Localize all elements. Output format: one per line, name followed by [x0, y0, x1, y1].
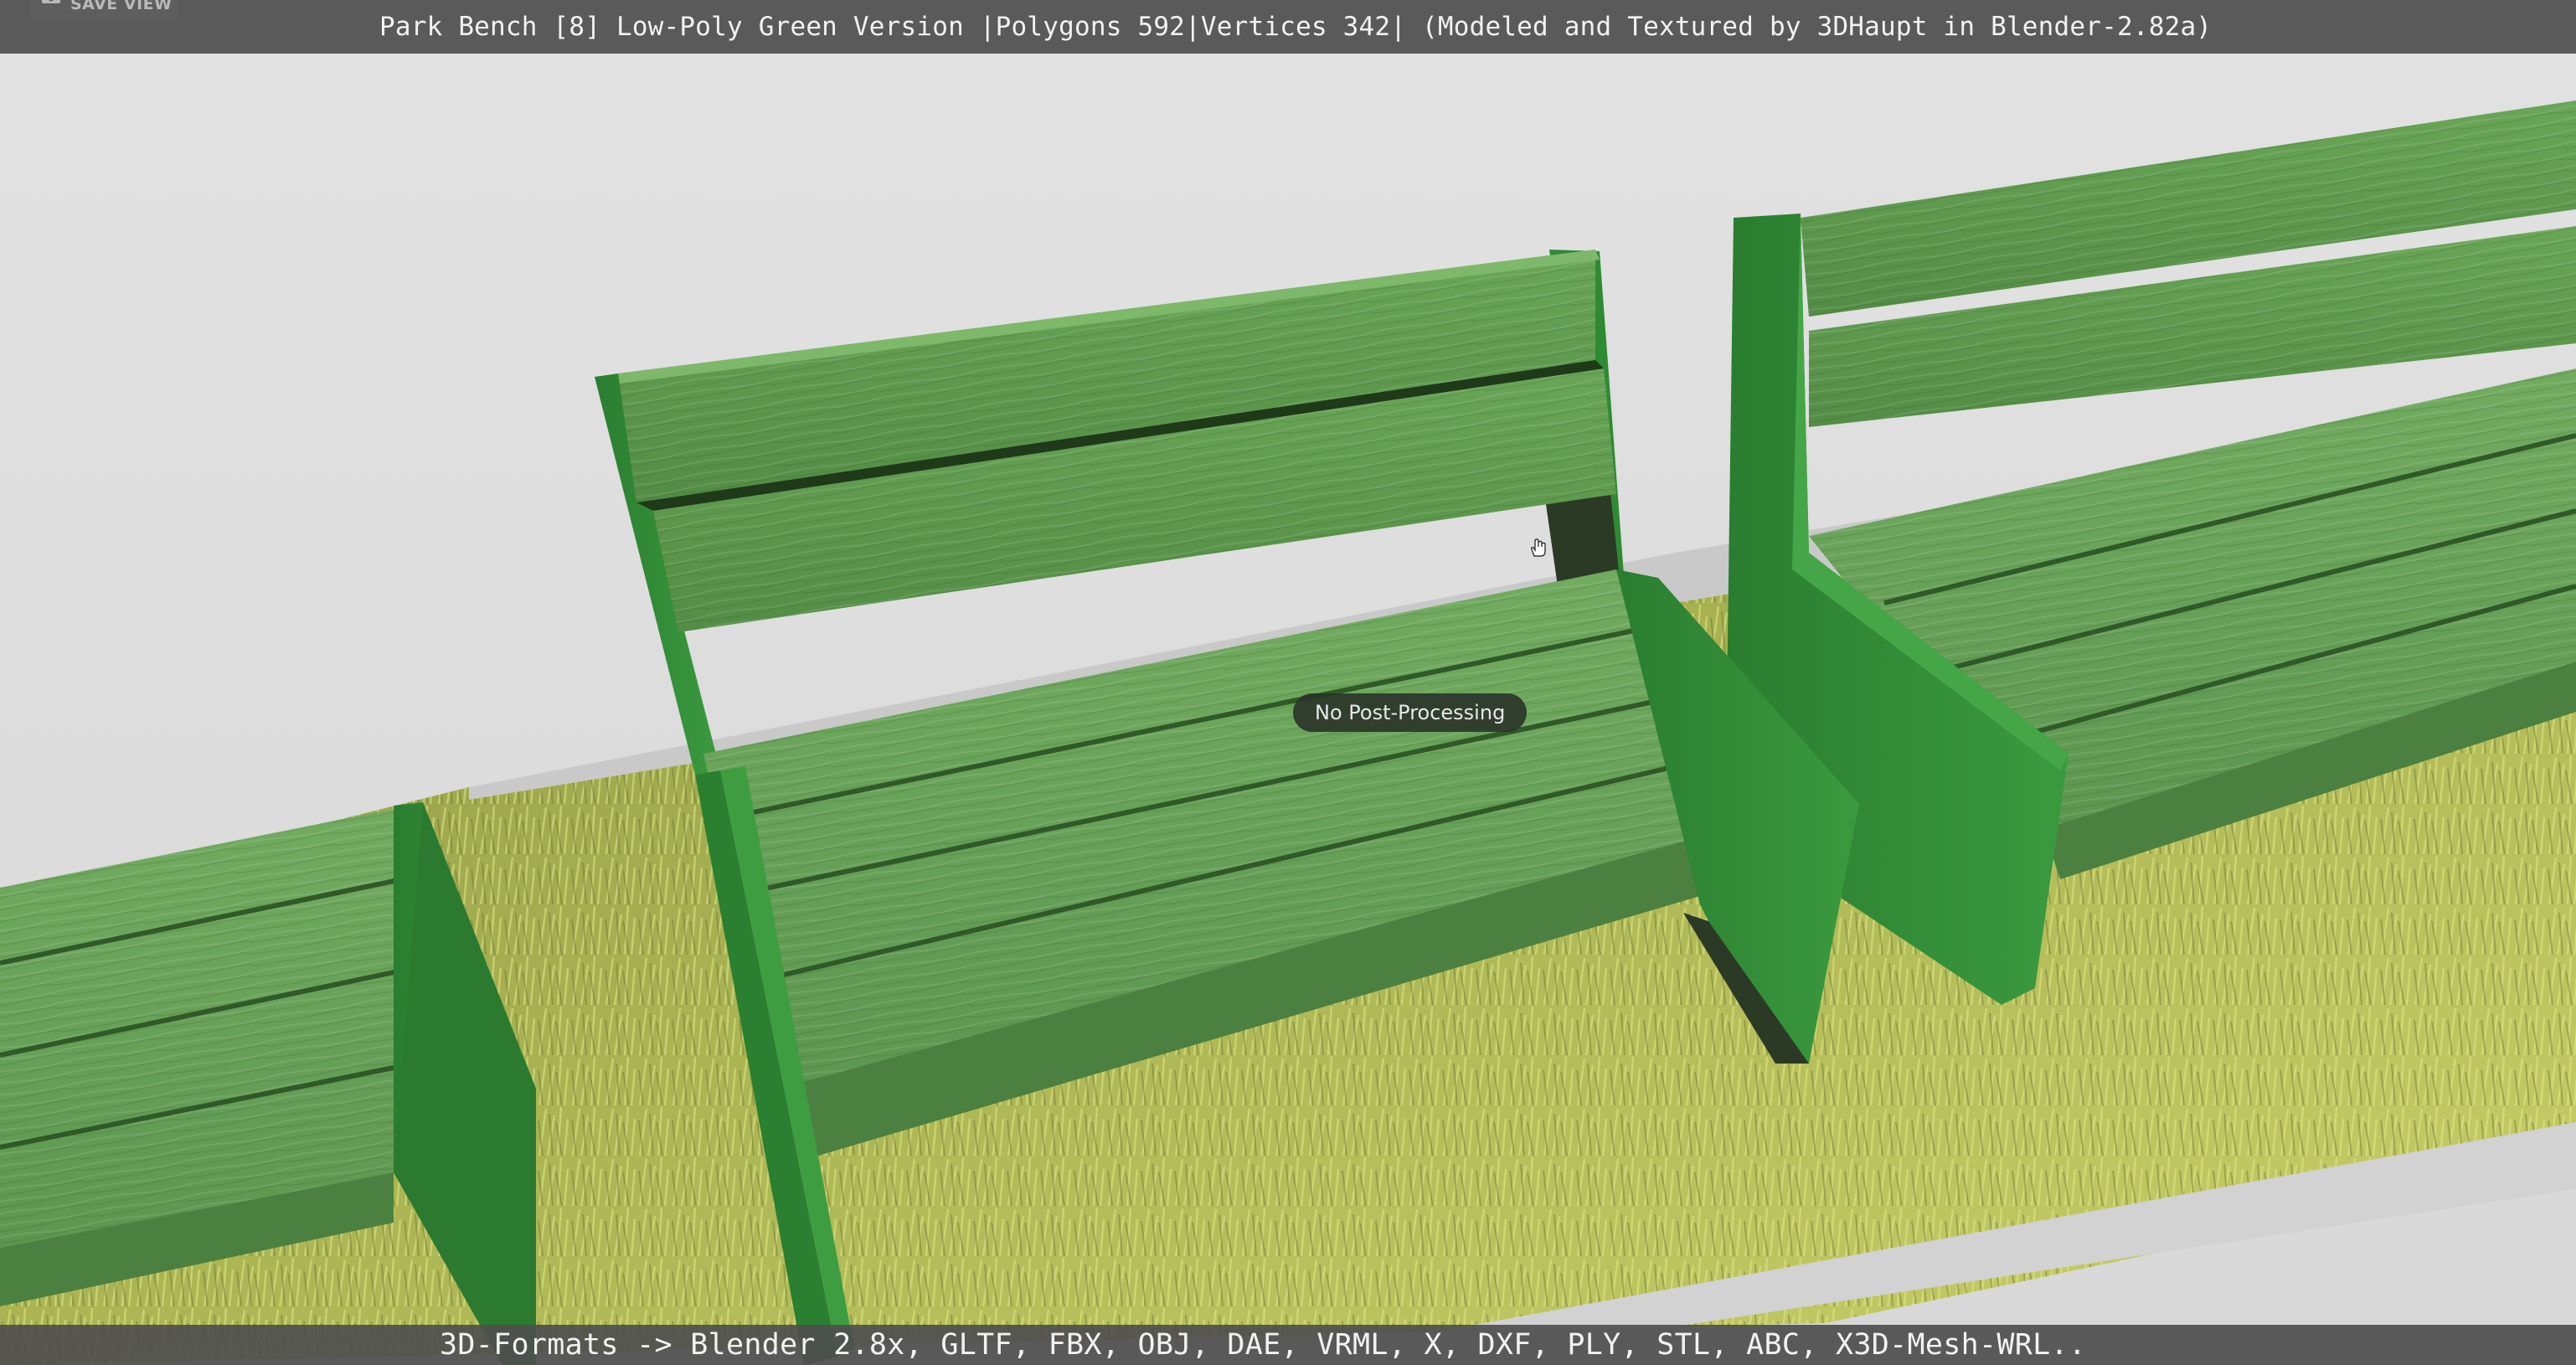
camera-icon — [42, 0, 60, 3]
post-processing-badge[interactable]: No Post-Processing — [1293, 693, 1528, 732]
bench-scene[interactable] — [0, 0, 2576, 1365]
formats-bar: 3D-Formats -> Blender 2.8x, GLTF, FBX, O… — [0, 1325, 2576, 1365]
hand-cursor-icon — [1531, 538, 1546, 557]
formats-text: 3D-Formats -> Blender 2.8x, GLTF, FBX, O… — [440, 1328, 2087, 1362]
model-viewport[interactable]: SAVE VIEW Park Bench [8] Low-Poly Green … — [0, 0, 2576, 1365]
save-view-button[interactable]: SAVE VIEW — [30, 0, 178, 22]
save-view-label: SAVE VIEW — [70, 0, 173, 13]
title-bar: SAVE VIEW Park Bench [8] Low-Poly Green … — [0, 0, 2576, 54]
model-title: Park Bench [8] Low-Poly Green Version |P… — [379, 12, 2213, 42]
